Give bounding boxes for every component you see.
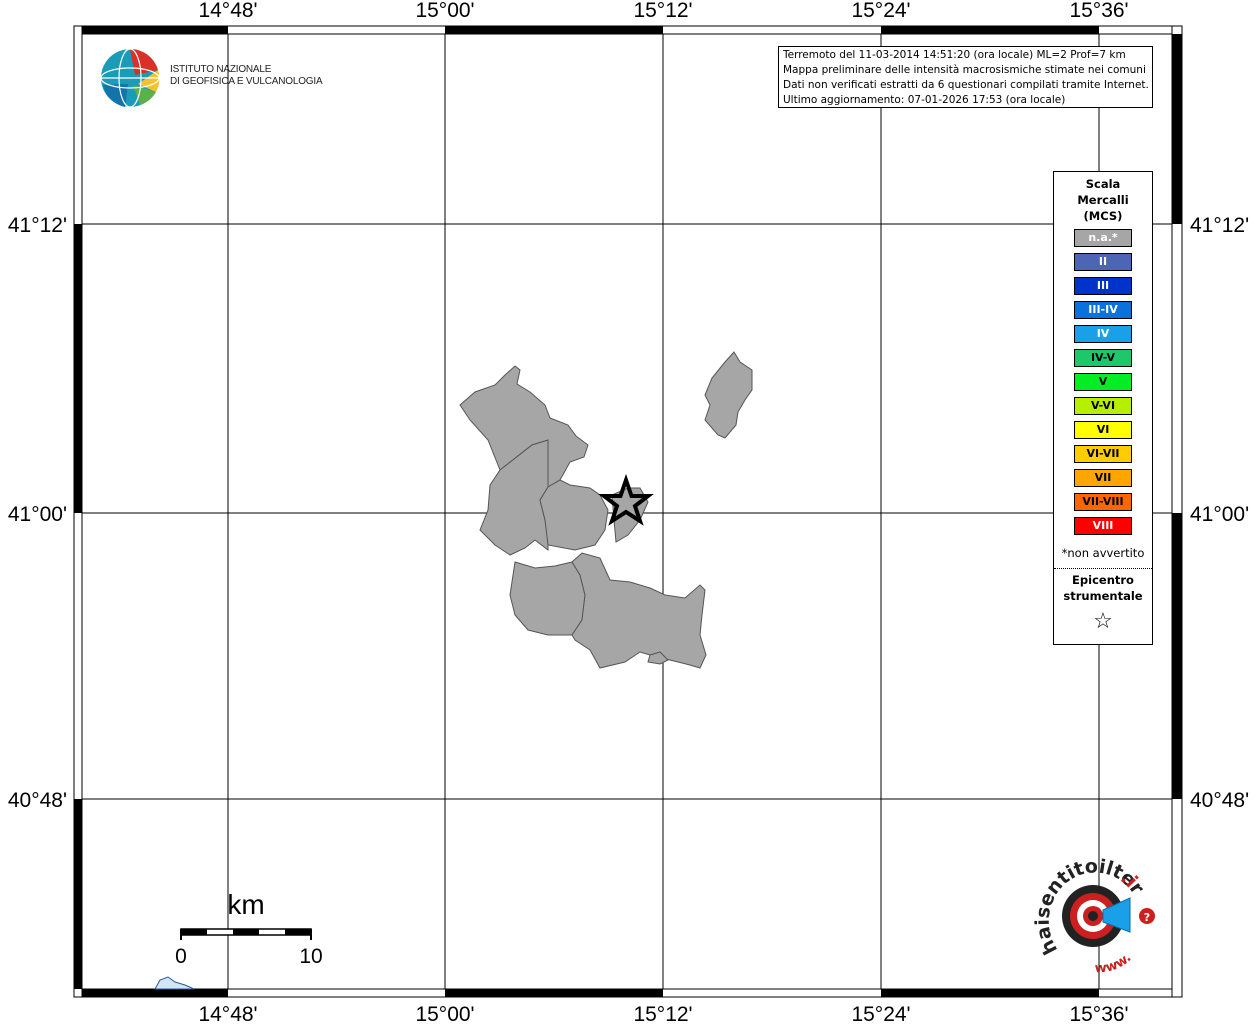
legend-swatch: IV <box>1074 325 1132 343</box>
legend-title-line: Mercalli <box>1077 193 1129 207</box>
event-info-line: Mappa preliminare delle intensità macros… <box>783 64 1146 76</box>
lon-label: 15°24' <box>851 0 910 22</box>
legend-title: Scala Mercalli (MCS) <box>1054 176 1152 224</box>
lon-label: 15°12' <box>633 1003 692 1024</box>
legend-note: *non avvertito <box>1061 546 1145 560</box>
legend-divider <box>1054 568 1152 569</box>
legend-swatch: n.a.* <box>1074 229 1132 247</box>
scale-bar-end: 10 <box>299 945 322 968</box>
lat-label: 40°48' <box>8 789 67 812</box>
lon-label: 14°48' <box>198 0 257 22</box>
lon-label: 15°00' <box>415 0 474 22</box>
latitude-labels-right: 41°12' 41°00' 40°48' <box>1190 214 1249 812</box>
legend-swatch: III <box>1074 277 1132 295</box>
epicenter-legend-line: strumentale <box>1063 589 1143 603</box>
legend-swatch: V-VI <box>1074 397 1132 415</box>
epicenter-legend-line: Epicentro <box>1072 573 1134 587</box>
lon-label: 14°48' <box>198 1003 257 1024</box>
lat-label: 41°12' <box>8 214 67 237</box>
mcs-legend: Scala Mercalli (MCS) n.a.* II III III-IV IV I… <box>1053 171 1153 645</box>
epicenter-star-icon: ☆ <box>1093 609 1113 634</box>
legend-swatch: V <box>1074 373 1132 391</box>
legend-swatch: III-IV <box>1074 301 1132 319</box>
legend-swatch: VII-VIII <box>1074 493 1132 511</box>
logo-line: ISTITUTO NAZIONALE <box>170 64 272 75</box>
legend-swatch: VII <box>1074 469 1132 487</box>
logo-line: DI GEOFISICA E VULCANOLOGIA <box>170 76 323 87</box>
event-info-line: Dati non verificati estratti da 6 questi… <box>783 79 1149 91</box>
lon-label: 15°36' <box>1069 0 1128 22</box>
lat-label: 41°00' <box>8 503 67 526</box>
latitude-labels-left: 41°12' 41°00' 40°48' <box>8 214 67 812</box>
event-info-line: Ultimo aggiornamento: 07-01-2026 17:53 (… <box>783 94 1066 106</box>
question-mark-icon: ? <box>1144 911 1150 924</box>
lon-label: 15°24' <box>851 1003 910 1024</box>
legend-title-line: Scala <box>1085 177 1121 191</box>
lon-label: 15°12' <box>633 0 692 22</box>
epicenter-legend-title: Epicentro strumentale <box>1054 572 1152 604</box>
longitude-labels-bottom: 14°48' 15°00' 15°12' 15°24' 15°36' <box>198 1003 1128 1024</box>
legend-title-line: (MCS) <box>1083 209 1123 223</box>
scale-bar-start: 0 <box>175 945 187 968</box>
event-info-box: Terremoto del 11-03-2014 14:51:20 (ora l… <box>778 46 1153 108</box>
lat-label: 41°12' <box>1190 214 1249 237</box>
ingv-logo-text: ISTITUTO NAZIONALE DI GEOFISICA E VULCAN… <box>170 64 323 88</box>
legend-swatch: VIII <box>1074 517 1132 535</box>
lat-label: 41°00' <box>1190 503 1249 526</box>
lat-label: 40°48' <box>1190 789 1249 812</box>
legend-swatch: VI <box>1074 421 1132 439</box>
legend-swatch: VI-VII <box>1074 445 1132 463</box>
scale-bar-unit: km <box>227 889 264 920</box>
longitude-labels-top: 14°48' 15°00' 15°12' 15°24' 15°36' <box>198 0 1128 22</box>
lon-label: 15°36' <box>1069 1003 1128 1024</box>
event-info-line: Terremoto del 11-03-2014 14:51:20 (ora l… <box>783 49 1126 61</box>
lon-label: 15°00' <box>415 1003 474 1024</box>
legend-swatch: II <box>1074 253 1132 271</box>
legend-swatch: IV-V <box>1074 349 1132 367</box>
ingv-globe-logo <box>100 48 160 108</box>
